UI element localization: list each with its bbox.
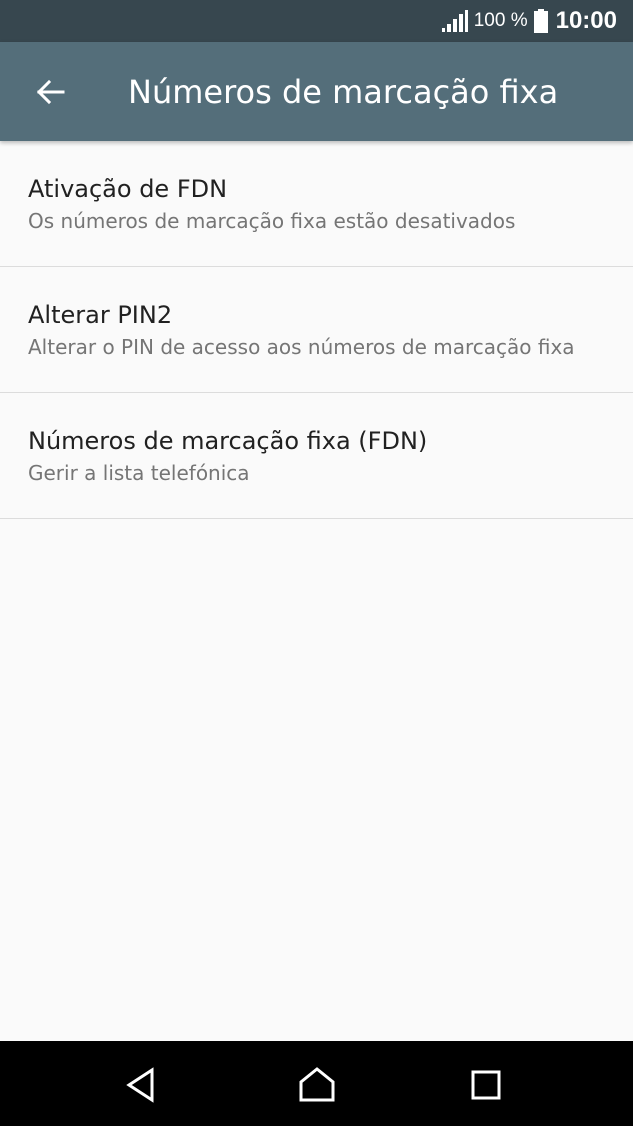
item-label: Ativação de FDN: [28, 175, 228, 203]
fdn-activation-item[interactable]: Ativação de FDN Os números de marcação f…: [0, 141, 633, 267]
home-icon: [299, 1067, 335, 1102]
nav-recents-button[interactable]: [466, 1065, 506, 1105]
item-label: Alterar PIN2: [28, 301, 173, 329]
navigation-bar: [0, 1041, 633, 1126]
recents-square-icon: [471, 1070, 501, 1100]
settings-list: Ativação de FDN Os números de marcação f…: [0, 141, 633, 519]
back-triangle-icon: [126, 1067, 154, 1103]
page-title: Números de marcação fixa: [128, 72, 559, 111]
back-button[interactable]: [0, 42, 100, 141]
change-pin2-item[interactable]: Alterar PIN2 Alterar o PIN de acesso aos…: [0, 267, 633, 393]
item-label: Números de marcação fixa (FDN): [28, 427, 428, 455]
item-summary: Gerir a lista telefónica: [28, 461, 250, 485]
status-bar: 100 % 10:00: [0, 0, 633, 42]
arrow-back-icon: [36, 79, 65, 104]
item-summary: Os números de marcação fixa estão desati…: [28, 209, 516, 233]
nav-home-button[interactable]: [297, 1065, 337, 1105]
item-summary: Alterar o PIN de acesso aos números de m…: [28, 335, 575, 359]
signal-icon: [441, 10, 468, 32]
clock: 10:00: [555, 7, 617, 34]
battery-icon: [533, 9, 548, 33]
fdn-list-item[interactable]: Números de marcação fixa (FDN) Gerir a l…: [0, 393, 633, 519]
app-bar: Números de marcação fixa: [0, 42, 633, 141]
nav-back-button[interactable]: [121, 1065, 161, 1105]
battery-percent: 100 %: [473, 10, 528, 31]
